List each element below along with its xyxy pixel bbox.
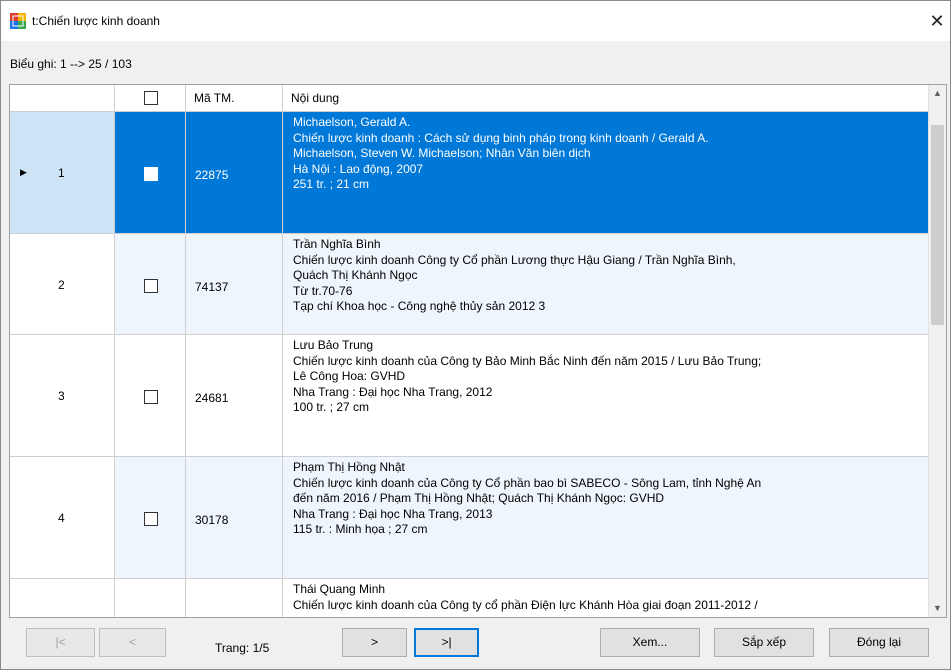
record-code: 74137 [195, 280, 229, 294]
content-line: Hà Nội : Lao động, 2007 [293, 161, 424, 176]
close-icon[interactable]: ✕ [924, 9, 950, 33]
content-line: Michaelson, Steven W. Michaelson; Nhân V… [293, 146, 591, 160]
first-page-button[interactable]: |< [26, 628, 95, 657]
content-line: Nha Trang : Đại học Nha Trang, 2012 [293, 384, 493, 399]
content-cell: Trần Nghĩa Bình Chiến lược kinh doanh Côn… [283, 234, 928, 334]
app-icon [10, 13, 26, 29]
row-header[interactable] [10, 579, 115, 617]
content-line: Tạp chí Khoa học - Công nghệ thủy sản 20… [293, 299, 546, 313]
select-cell [115, 234, 186, 334]
content-cell: Michaelson, Gerald A. Chiến lược kinh doa… [283, 112, 928, 233]
grid-header: Mã TM. Nội dung [10, 85, 928, 112]
row-checkbox[interactable] [144, 279, 158, 293]
content-line: 115 tr. : Minh họa ; 27 cm [293, 522, 428, 536]
table-row[interactable]: 4 30178 Phạm Thị Hồng Nhật Chiến lược kinh … [10, 457, 928, 579]
row-number: 3 [58, 389, 65, 403]
content-line: Chiến lược kinh doanh của Công ty cổ phầ… [293, 597, 758, 612]
content-cell: Thái Quang Minh Chiến lược kinh doanh của… [283, 579, 928, 617]
content-line: Chiến lược kinh doanh của Công ty Cổ phầ… [293, 475, 762, 490]
content-line: Michaelson, Gerald A. [293, 115, 411, 129]
content-line: Lê Công Hoa: GVHD [293, 369, 406, 383]
table-row[interactable]: 2 74137 Trần Nghĩa Bình Chiến lược kinh doa… [10, 234, 928, 335]
row-header[interactable]: 4 [10, 457, 115, 578]
scroll-down-icon[interactable]: ▼ [929, 600, 946, 617]
content-cell: Lưu Bảo Trung Chiến lược kinh doanh của C… [283, 335, 928, 456]
row-checkbox[interactable] [144, 167, 158, 181]
code-cell: 24681 [186, 335, 283, 456]
record-code: 24681 [195, 391, 229, 405]
select-cell [115, 579, 186, 617]
view-button[interactable]: Xem... [600, 628, 700, 657]
table-row[interactable]: Thái Quang Minh Chiến lược kinh doanh của… [10, 579, 928, 617]
scroll-thumb[interactable] [931, 125, 944, 325]
row-header-column [10, 85, 115, 111]
content-line: Từ tr.70-76 [293, 283, 353, 298]
select-cell [115, 335, 186, 456]
code-cell: 30178 [186, 457, 283, 578]
code-cell [186, 579, 283, 617]
scroll-up-icon[interactable]: ▲ [929, 85, 946, 102]
content-line: 100 tr. ; 27 cm [293, 400, 370, 414]
window-title: t:Chiến lược kinh doanh [32, 14, 160, 28]
next-page-button[interactable]: > [342, 628, 407, 657]
results-grid[interactable]: Mã TM. Nội dung ▶ 1 22875 Michaelson, Geral… [9, 84, 947, 618]
prev-page-button[interactable]: < [99, 628, 166, 657]
content-column-header[interactable]: Nội dung [283, 85, 928, 111]
row-number: 1 [58, 166, 65, 180]
current-row-icon: ▶ [20, 167, 27, 177]
select-all-checkbox[interactable] [144, 91, 158, 105]
row-header[interactable]: 3 [10, 335, 115, 456]
row-checkbox[interactable] [144, 390, 158, 404]
select-cell [115, 112, 186, 233]
row-number: 4 [58, 511, 65, 525]
vertical-scrollbar[interactable]: ▲ ▼ [928, 85, 946, 617]
sort-button[interactable]: Sắp xếp [714, 628, 814, 657]
dialog-window: t:Chiến lược kinh doanh ✕ Biểu ghi: 1 --… [0, 0, 951, 670]
record-count-label: Biểu ghi: 1 --> 25 / 103 [10, 57, 132, 71]
record-code: 30178 [195, 513, 229, 527]
close-dialog-button[interactable]: Đóng lại [829, 628, 929, 657]
content-line: Chiến lược kinh doanh Công ty Cổ phần Lư… [293, 252, 736, 267]
title-bar: t:Chiến lược kinh doanh ✕ [1, 1, 950, 41]
content-line: Lưu Bảo Trung [293, 338, 374, 352]
code-cell: 74137 [186, 234, 283, 334]
code-column-header[interactable]: Mã TM. [186, 85, 283, 111]
content-line: Thái Quang Minh [293, 582, 386, 596]
record-code: 22875 [195, 168, 229, 182]
content-line: Chiến lược kinh doanh của Công ty Bảo Mi… [293, 353, 762, 368]
row-header[interactable]: ▶ 1 [10, 112, 115, 233]
content-line: Trần Nghĩa Bình [293, 237, 381, 251]
select-cell [115, 457, 186, 578]
code-cell: 22875 [186, 112, 283, 233]
content-line: 251 tr. ; 21 cm [293, 177, 370, 191]
row-checkbox[interactable] [144, 512, 158, 526]
content-line: Quách Thị Khánh Ngọc [293, 268, 418, 282]
row-header[interactable]: 2 [10, 234, 115, 334]
table-row[interactable]: ▶ 1 22875 Michaelson, Gerald A. Chiến lược k… [10, 112, 928, 234]
content-line: Phạm Thị Hồng Nhật [293, 460, 405, 474]
content-line: Chiến lược kinh doanh : Cách sử dụng bin… [293, 130, 709, 145]
content-line: Nha Trang : Đại học Nha Trang, 2013 [293, 506, 493, 521]
table-row[interactable]: 3 24681 Lưu Bảo Trung Chiến lược kinh doanh… [10, 335, 928, 457]
content-cell: Phạm Thị Hồng Nhật Chiến lược kinh doanh … [283, 457, 928, 578]
last-page-button[interactable]: >| [414, 628, 479, 657]
page-indicator: Trang: 1/5 [215, 641, 270, 655]
content-line: đến năm 2016 / Phạm Thị Hồng Nhật; Quách… [293, 491, 665, 505]
row-number: 2 [58, 278, 65, 292]
